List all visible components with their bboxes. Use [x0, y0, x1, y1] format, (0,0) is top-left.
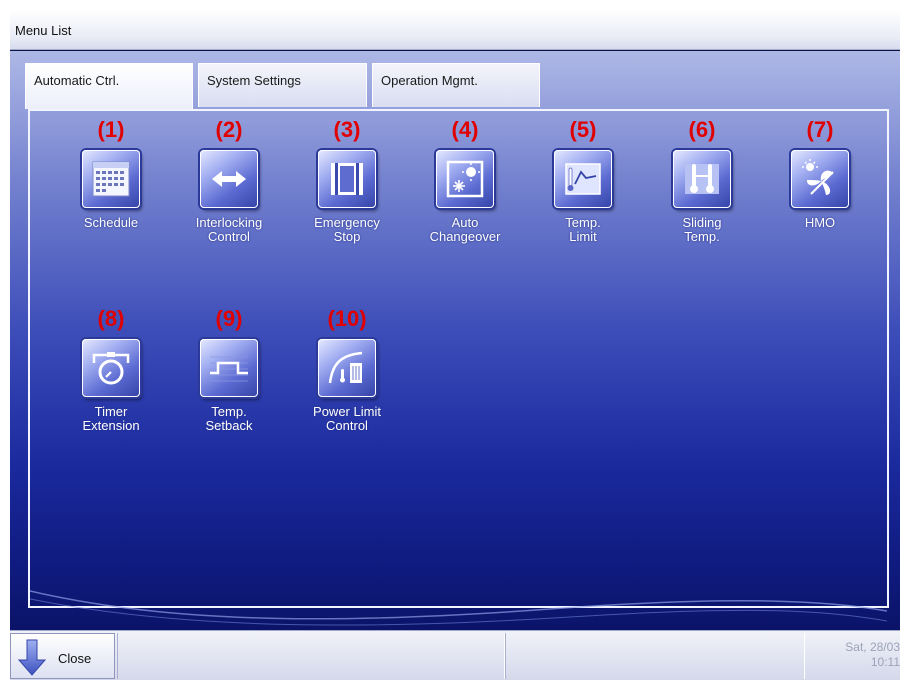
double-arrow-icon[interactable]: [200, 150, 258, 208]
menu-item-temp-setback: (9) Temp. Setback: [174, 307, 284, 433]
item-number: (10): [327, 306, 367, 331]
item-label: Auto Changeover: [410, 216, 520, 244]
item-number: (1): [97, 117, 125, 142]
label-line: Changeover: [429, 229, 501, 244]
datetime-display: Sat, 28/03 10:11: [845, 640, 900, 670]
label-line: Control: [208, 229, 250, 244]
status-segment: [117, 633, 505, 679]
content-area: Automatic Ctrl. System Settings Operatio…: [10, 51, 900, 640]
label-line: Temp.: [565, 215, 601, 230]
item-label: Sliding Temp.: [647, 216, 757, 244]
label-line: Temp.: [211, 404, 247, 419]
power-limit-icon[interactable]: [318, 339, 376, 397]
sliding-temp-icon[interactable]: [673, 150, 731, 208]
menu-item-schedule: (1) Schedule: [56, 118, 166, 230]
status-segment: [505, 633, 805, 679]
item-number: (9): [215, 306, 243, 331]
item-label: Emergency Stop: [292, 216, 402, 244]
bottom-bar: Close Sat, 28/03 10:11: [10, 630, 900, 680]
menu-item-timer-extension: (8) Timer Extension: [56, 307, 166, 433]
menu-panel: (1) Schedule (2) Interlocking Control (3…: [28, 109, 889, 626]
label-line: Temp.: [684, 229, 720, 244]
item-number: (7): [806, 117, 834, 142]
item-number: (4): [451, 117, 479, 142]
label-line: Power Limit: [313, 404, 381, 419]
item-label: Power Limit Control: [292, 405, 402, 433]
item-label: Temp. Limit: [528, 216, 638, 244]
label-line: Sliding: [682, 215, 722, 230]
menu-item-temp-limit: (5) Temp. Limit: [528, 118, 638, 244]
label-line: Auto: [451, 215, 479, 230]
label-line: HMO: [804, 215, 836, 230]
menu-item-hmo: (7) HMO: [765, 118, 875, 230]
label-line: Stop: [333, 229, 361, 244]
label-line: Limit: [569, 229, 597, 244]
label-line: Timer: [94, 404, 128, 419]
auto-changeover-icon[interactable]: [436, 150, 494, 208]
item-number: (3): [333, 117, 361, 142]
down-arrow-icon: [18, 639, 46, 676]
label-line: Setback: [205, 418, 253, 433]
tab-label: Automatic Ctrl.: [34, 73, 120, 88]
tab-operation-mgmt[interactable]: Operation Mgmt.: [372, 63, 540, 107]
label-line: Schedule: [83, 215, 139, 230]
tab-label: Operation Mgmt.: [381, 73, 478, 88]
label-line: Emergency: [314, 215, 380, 230]
menu-item-sliding-temp: (6) Sliding Temp.: [647, 118, 757, 244]
menu-item-emergency-stop: (3) Emergency Stop: [292, 118, 402, 244]
emergency-stop-icon[interactable]: [318, 150, 376, 208]
tab-system-settings[interactable]: System Settings: [198, 63, 367, 107]
time-text: 10:11: [870, 655, 900, 669]
menu-item-interlocking-control: (2) Interlocking Control: [174, 118, 284, 244]
item-number: (2): [215, 117, 243, 142]
temp-limit-icon[interactable]: [554, 150, 612, 208]
close-label: Close: [58, 651, 92, 666]
item-number: (6): [688, 117, 716, 142]
item-number: (5): [569, 117, 597, 142]
label-line: Control: [326, 418, 368, 433]
item-label: Temp. Setback: [174, 405, 284, 433]
item-label: HMO: [765, 216, 875, 230]
label-line: Extension: [82, 418, 140, 433]
screen: Menu List Automatic Ctrl. System Setting…: [10, 10, 900, 680]
menu-item-power-limit-control: (10) Power Limit Control: [292, 307, 402, 433]
menu-item-auto-changeover: (4) Auto Changeover: [410, 118, 520, 244]
item-label: Schedule: [56, 216, 166, 230]
setback-icon[interactable]: [200, 339, 258, 397]
item-label: Timer Extension: [56, 405, 166, 433]
date-text: Sat, 28/03: [845, 640, 900, 654]
label-line: Interlocking: [195, 215, 263, 230]
item-label: Interlocking Control: [174, 216, 284, 244]
stopwatch-icon[interactable]: [82, 339, 140, 397]
window-title: Menu List: [15, 23, 72, 38]
title-bar: Menu List: [10, 10, 900, 50]
tab-label: System Settings: [207, 73, 301, 88]
close-button[interactable]: Close: [10, 633, 115, 679]
hmo-fan-icon[interactable]: [791, 150, 849, 208]
item-number: (8): [97, 306, 125, 331]
calendar-icon[interactable]: [82, 150, 140, 208]
tab-automatic-ctrl[interactable]: Automatic Ctrl.: [25, 63, 193, 109]
